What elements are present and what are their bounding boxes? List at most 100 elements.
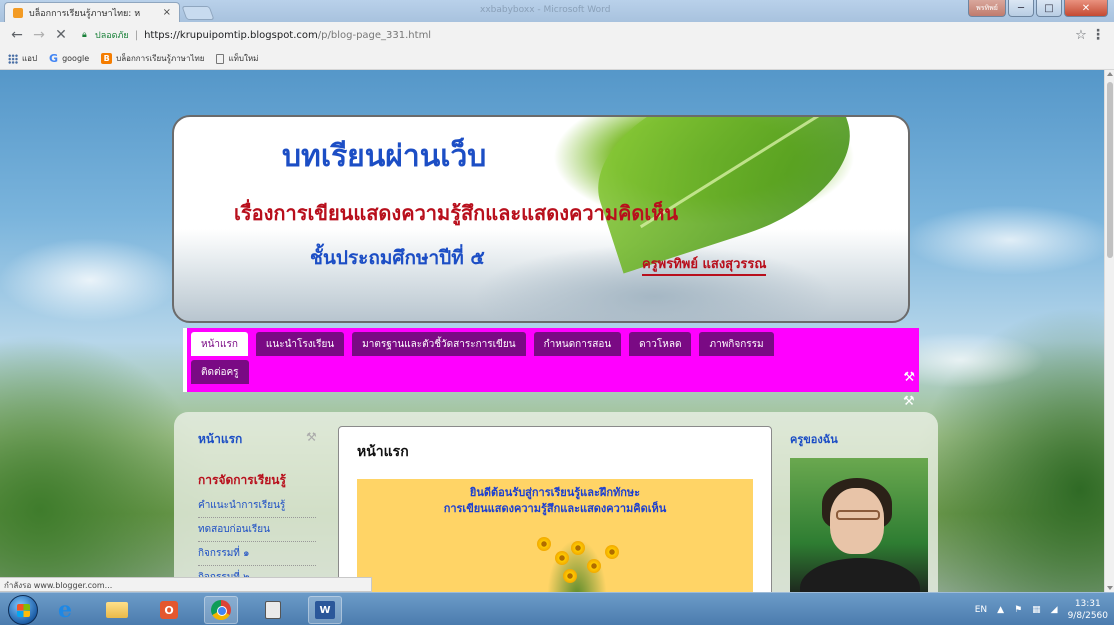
- sidebar-links: คำแนะนำการเรียนรู้ ทดสอบก่อนเรียน กิจกรร…: [198, 494, 328, 590]
- maximize-button[interactable]: □: [1036, 0, 1062, 17]
- edit-wrench-icon[interactable]: ⚒: [903, 394, 915, 409]
- tab-close-icon[interactable]: ×: [163, 7, 171, 18]
- sidebar-link-activity-1[interactable]: กิจกรรมที่ ๑: [198, 542, 316, 566]
- left-sidebar: หน้าแรก ⚒ การจัดการเรียนรู้ คำแนะนำการเร…: [198, 430, 328, 590]
- yellow-flower-graphic: [555, 551, 569, 565]
- scroll-up-arrow-icon[interactable]: [1107, 72, 1113, 76]
- nav-tab-schedule[interactable]: กำหนดการสอน: [533, 332, 622, 356]
- nav-tab-contact[interactable]: ติดต่อครู: [191, 360, 249, 384]
- nav-tab-download[interactable]: ดาวโหลด: [629, 332, 692, 356]
- nav-tab-home[interactable]: หน้าแรก: [191, 332, 248, 356]
- page-icon: [216, 53, 225, 64]
- browser-toolbar: ← → ✕ 🔒︎ ปลอดภัย | https://krupuipomtip.…: [0, 22, 1114, 48]
- blog-author: ครูพรทิพย์ แสงสุวรรณ: [642, 253, 767, 276]
- yellow-flower-graphic: [605, 545, 619, 559]
- close-window-button[interactable]: ✕: [1064, 0, 1108, 17]
- main-content-post: หน้าแรก ยินดีต้อนรับสู่การเรียนรู้และฝึก…: [338, 426, 772, 592]
- minimize-button[interactable]: ─: [1008, 0, 1034, 17]
- apps-grid-icon: [8, 53, 18, 64]
- windows-logo-icon: [17, 604, 30, 617]
- welcome-banner-image: ยินดีต้อนรับสู่การเรียนรู้และฝึกทักษะ กา…: [357, 479, 753, 592]
- system-clock[interactable]: 13:31 9/8/2560: [1068, 598, 1108, 622]
- taskbar-chrome[interactable]: [204, 596, 238, 624]
- forward-arrow-icon[interactable]: →: [30, 26, 48, 44]
- office-icon: O: [160, 601, 178, 619]
- edit-wrench-icon[interactable]: ⚒: [306, 430, 317, 444]
- photo-face: [830, 488, 884, 554]
- bookmark-apps[interactable]: แอป: [8, 52, 37, 65]
- scroll-down-arrow-icon[interactable]: [1107, 586, 1113, 590]
- secure-label: ปลอดภัย: [95, 31, 129, 41]
- action-center-flag-icon[interactable]: ⚑: [1014, 605, 1022, 615]
- volume-icon[interactable]: ◢: [1051, 605, 1058, 615]
- url-separator: |: [134, 29, 139, 41]
- show-hidden-icons-icon[interactable]: ▲: [997, 605, 1004, 615]
- page-navigation-bar: หน้าแรก แนะนำโรงเรียน มาตรฐานและตัวชี้วั…: [183, 328, 919, 392]
- right-sidebar: ครูของฉัน: [790, 430, 930, 592]
- bookmark-blogger[interactable]: B บล็อกการเรียนรู้ภาษาไทย: [101, 52, 204, 65]
- nav-tab-school[interactable]: แนะนำโรงเรียน: [255, 332, 345, 356]
- tab-title: บล็อกการเรียนรู้ภาษาไทย: ห: [29, 8, 141, 19]
- stop-loading-icon[interactable]: ✕: [52, 26, 70, 44]
- new-tab-button[interactable]: [181, 6, 215, 20]
- browser-menu-icon[interactable]: ⋮: [1090, 27, 1106, 43]
- sidebar-link-pretest[interactable]: ทดสอบก่อนเรียน: [198, 518, 316, 542]
- scrollbar-thumb[interactable]: [1107, 82, 1113, 258]
- browser-tab[interactable]: บล็อกการเรียนรู้ภาษาไทย: ห ×: [4, 2, 180, 22]
- folder-icon: [106, 602, 128, 618]
- window-title: xxbabyboxx - Microsoft Word: [480, 5, 611, 15]
- blog-header-banner[interactable]: บทเรียนผ่านเว็บ เรื่องการเขียนแสดงความรู…: [172, 115, 910, 323]
- taskbar-office[interactable]: O: [152, 596, 186, 624]
- blog-title: บทเรียนผ่านเว็บ: [282, 139, 487, 174]
- url-path: /p/blog-page_331.html: [317, 29, 432, 41]
- back-arrow-icon[interactable]: ←: [8, 26, 26, 44]
- user-profile-button[interactable]: พรทิพย์: [968, 0, 1006, 17]
- nav-tab-standards[interactable]: มาตรฐานและตัวชี้วัดสาระการเขียน: [352, 332, 526, 356]
- yellow-flower-graphic: [563, 569, 577, 583]
- yellow-flower-graphic: [587, 559, 601, 573]
- page-scrollbar[interactable]: [1104, 70, 1114, 592]
- photo-body: [800, 558, 920, 592]
- teacher-widget-title: ครูของฉัน: [790, 433, 838, 446]
- blogger-icon: B: [101, 53, 113, 64]
- clock-time: 13:31: [1074, 598, 1101, 609]
- input-language[interactable]: EN: [975, 605, 987, 615]
- loading-status-bubble: กำลังรอ www.blogger.com...: [0, 577, 372, 592]
- bookmarks-bar: แอป G google B บล็อกการเรียนรู้ภาษาไทย แ…: [0, 48, 1114, 70]
- clock-date: 9/8/2560: [1067, 610, 1108, 621]
- bookmark-label: แอป: [22, 54, 38, 63]
- bookmark-label: แท็บใหม่: [228, 54, 259, 63]
- nav-tabs-row: หน้าแรก แนะนำโรงเรียน มาตรฐานและตัวชี้วั…: [191, 332, 782, 356]
- address-bar[interactable]: 🔒︎ ปลอดภัย | https://krupuipomtip.blogsp…: [76, 25, 1072, 45]
- bookmark-label: google: [62, 54, 90, 63]
- system-tray: EN ▲ ⚑ ▦ ◢ 13:31 9/8/2560: [975, 593, 1108, 625]
- blogger-favicon-icon: [13, 7, 23, 18]
- bookmark-star-icon[interactable]: ☆: [1072, 28, 1090, 43]
- lock-icon: 🔒︎: [82, 30, 87, 40]
- network-icon[interactable]: ▦: [1032, 605, 1041, 615]
- nav-tabs-row: ติดต่อครู: [191, 360, 257, 384]
- yellow-flower-graphic: [537, 537, 551, 551]
- taskbar-internet-explorer[interactable]: e: [48, 596, 82, 624]
- start-button[interactable]: [8, 595, 38, 625]
- blog-grade-level: ชั้นประถมศึกษาปีที่ ๕: [310, 247, 485, 269]
- welcome-line-2: การเขียนแสดงความรู้สึกและแสดงความคิดเห็น: [443, 502, 667, 515]
- windows-taskbar: e O W EN ▲ ⚑ ▦ ◢ 13:31 9/8/2560: [0, 592, 1114, 625]
- taskbar-word[interactable]: W: [308, 596, 342, 624]
- word-icon: W: [315, 601, 335, 619]
- taskbar-file-explorer[interactable]: [100, 596, 134, 624]
- taskbar-calculator[interactable]: [256, 596, 290, 624]
- nav-tab-activities[interactable]: ภาพกิจกรรม: [699, 332, 774, 356]
- chrome-icon: [211, 600, 231, 620]
- green-leaf-graphic: [577, 117, 871, 274]
- page-viewport: บทเรียนผ่านเว็บ เรื่องการเขียนแสดงความรู…: [0, 70, 1114, 592]
- internet-explorer-icon: e: [58, 597, 72, 623]
- bookmark-new-tab[interactable]: แท็บใหม่: [216, 52, 258, 65]
- teacher-photo: [790, 458, 928, 592]
- sidebar-link-guide[interactable]: คำแนะนำการเรียนรู้: [198, 494, 316, 518]
- google-g-icon: G: [49, 52, 59, 65]
- edit-wrench-icon[interactable]: ⚒: [903, 370, 915, 385]
- bookmark-google[interactable]: G google: [49, 52, 89, 65]
- window-controls: พรทิพย์ ─ □ ✕: [968, 0, 1108, 17]
- photo-glasses: [836, 510, 880, 520]
